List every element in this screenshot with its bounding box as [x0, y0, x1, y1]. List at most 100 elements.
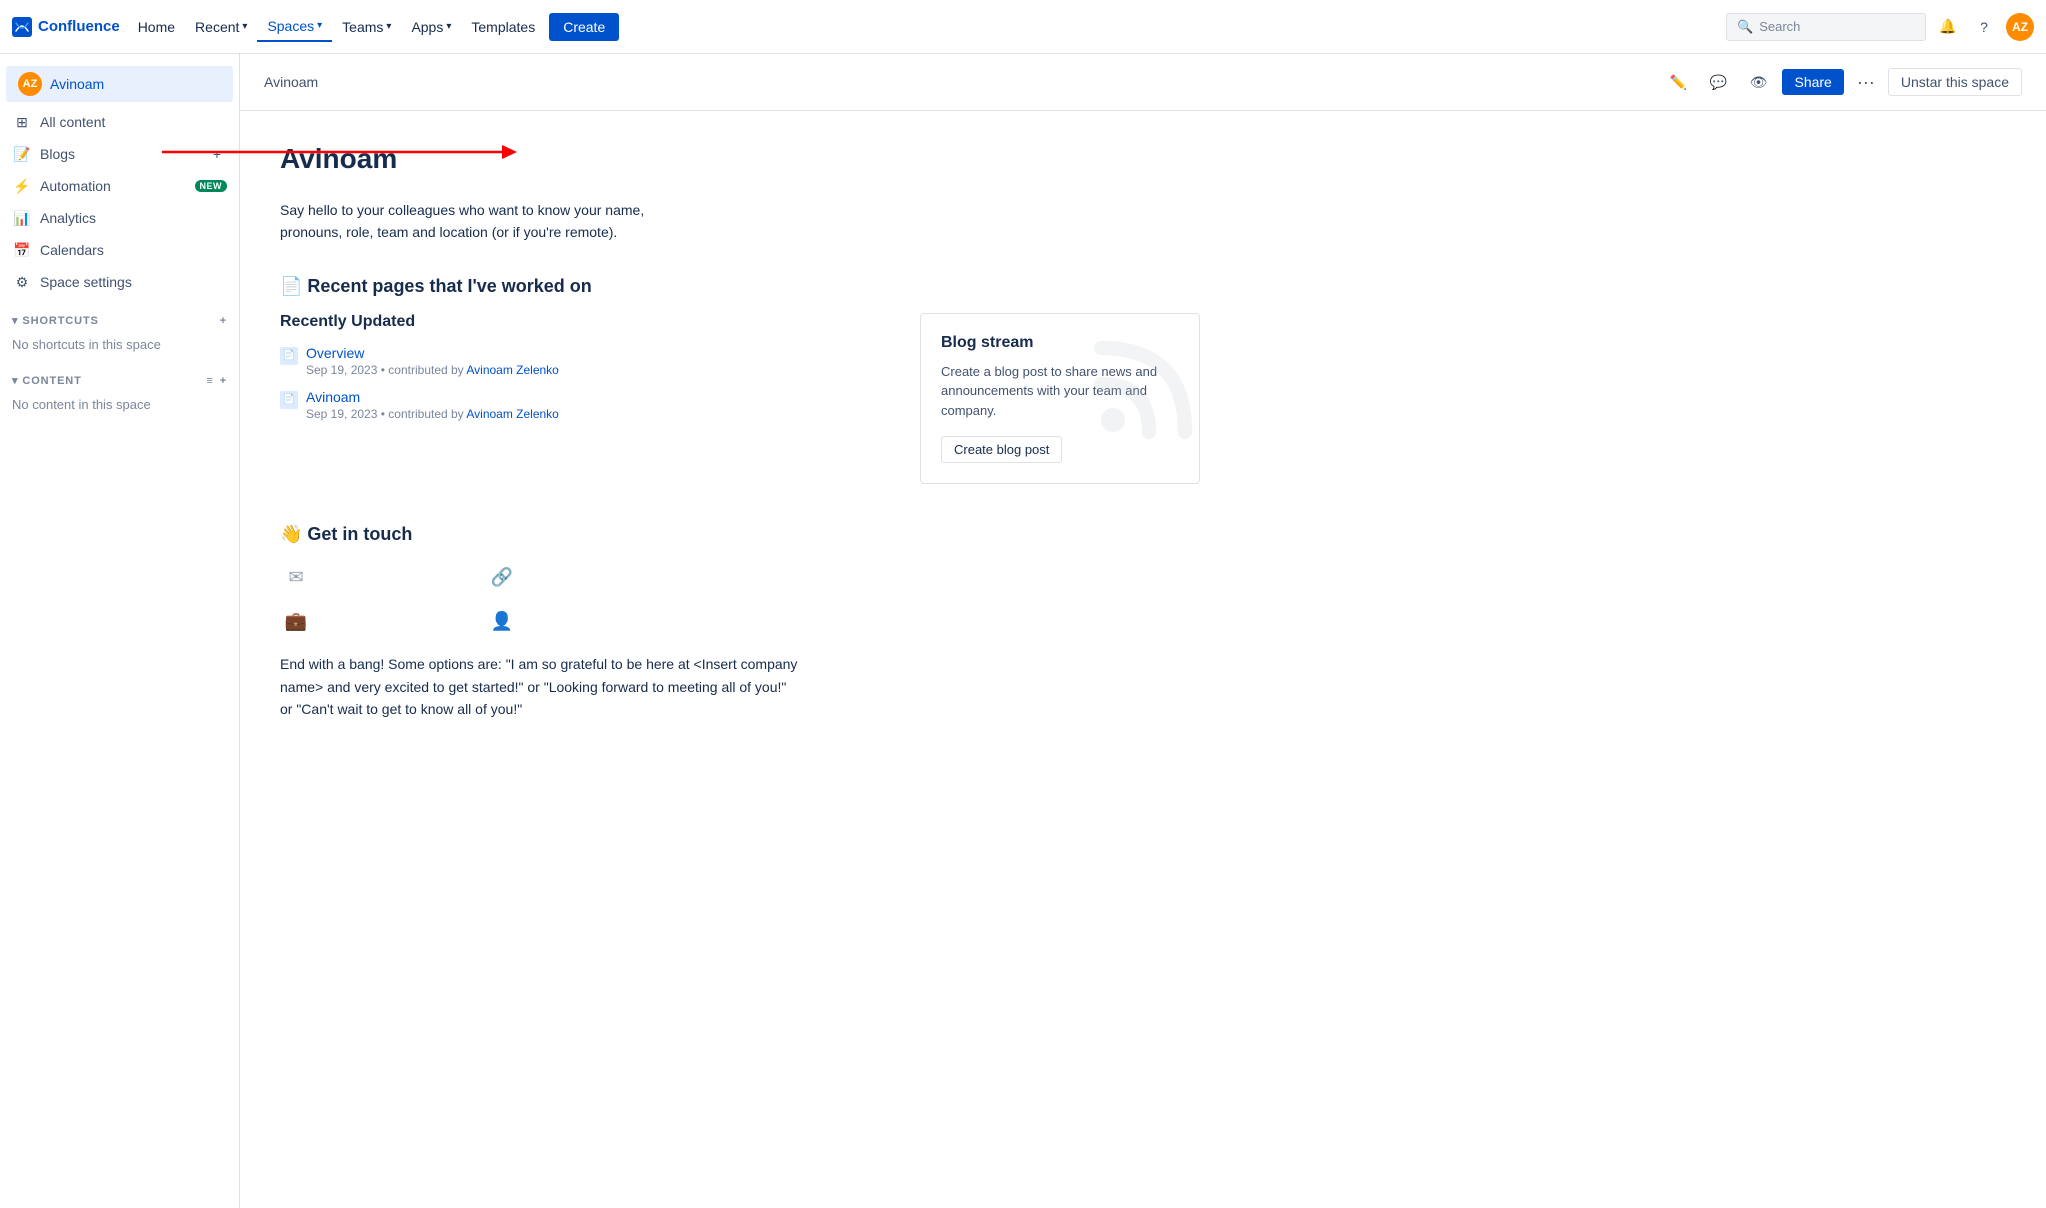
unstar-button[interactable]: Unstar this space — [1888, 68, 2022, 96]
sidebar-user-avatar: AZ — [18, 72, 42, 96]
page-title-link[interactable]: Overview — [306, 345, 364, 361]
search-box[interactable]: 🔍 Search — [1726, 13, 1926, 41]
page-icon: 📄 — [280, 391, 298, 409]
sidebar-item-calendars[interactable]: 📅 Calendars — [0, 234, 239, 266]
main-content: Avinoam ✏️ 💬 👁 Share ··· Unstar this spa… — [240, 54, 2046, 784]
page-meta: Sep 19, 2023 • contributed by Avinoam Ze… — [306, 407, 896, 421]
person-icon: 👤 — [491, 611, 513, 632]
help-button[interactable]: ? — [1970, 13, 1998, 41]
author-link[interactable]: Avinoam Zelenko — [466, 407, 559, 421]
logo[interactable]: Confluence — [12, 17, 120, 37]
page-title-link[interactable]: Avinoam — [306, 389, 360, 405]
email-icon: ✉ — [288, 567, 303, 588]
more-actions-button[interactable]: ··· — [1852, 67, 1880, 98]
avatar[interactable]: AZ — [2006, 13, 2034, 41]
recent-section-title: 📄 Recent pages that I've worked on — [280, 276, 1200, 297]
sidebar-item-automation[interactable]: ⚡ Automation NEW — [0, 170, 239, 202]
list-item: 📄 Avinoam Sep 19, 2023 • contributed by … — [280, 389, 896, 421]
person-icon-item: 👤 — [486, 605, 518, 637]
confluence-logo-icon — [12, 17, 32, 37]
breadcrumb: Avinoam — [264, 74, 318, 90]
shortcuts-section-header[interactable]: ▾ SHORTCUTS + — [12, 310, 227, 331]
chevron-down-icon: ▾ — [242, 21, 247, 32]
intro-text: Say hello to your colleagues who want to… — [280, 199, 660, 244]
contact-grid: ✉ 🔗 💼 👤 — [280, 561, 680, 637]
brand-label: Confluence — [38, 18, 120, 35]
link-icon: 🔗 — [491, 567, 513, 588]
search-placeholder: Search — [1759, 19, 1800, 34]
sidebar-item-label: All content — [40, 114, 227, 130]
bolt-icon: ⚡ — [12, 176, 32, 196]
get-in-touch-title: 👋 Get in touch — [280, 524, 1200, 545]
chevron-down-icon: ▾ — [317, 20, 322, 31]
blog-stream-column: Blog stream Create a blog post to share … — [920, 313, 1200, 485]
sidebar-item-label: Blogs — [40, 146, 199, 162]
share-button[interactable]: Share — [1782, 69, 1843, 95]
recently-updated-label: Recently Updated — [280, 313, 896, 331]
nav-apps[interactable]: Apps ▾ — [401, 13, 461, 41]
content-empty-message: No content in this space — [12, 391, 227, 418]
calendar-icon: 📅 — [12, 240, 32, 260]
nav-spaces[interactable]: Spaces ▾ — [257, 12, 332, 42]
breadcrumb-bar: Avinoam ✏️ 💬 👁 Share ··· Unstar this spa… — [240, 54, 2046, 111]
add-shortcut-button[interactable]: + — [220, 315, 227, 327]
content-area: Avinoam Say hello to your colleagues who… — [240, 111, 1240, 784]
chevron-down-icon: ▾ — [386, 21, 391, 32]
nav-templates[interactable]: Templates — [461, 13, 545, 41]
chart-icon: 📊 — [12, 208, 32, 228]
recently-updated-column: Recently Updated 📄 Overview Sep 19, 2023… — [280, 313, 896, 485]
chevron-down-icon: ▾ — [12, 314, 18, 327]
page-meta: Sep 19, 2023 • contributed by Avinoam Ze… — [306, 363, 896, 377]
blog-icon: 📝 — [12, 144, 32, 164]
rss-icon — [1089, 324, 1200, 444]
chevron-down-icon: ▾ — [12, 374, 18, 387]
content-section: ▾ CONTENT ≡ + No content in this space — [0, 370, 239, 418]
content-section-header[interactable]: ▾ CONTENT ≡ + — [12, 370, 227, 391]
search-icon: 🔍 — [1737, 19, 1753, 35]
list-item: 📄 Overview Sep 19, 2023 • contributed by… — [280, 345, 896, 377]
sidebar-item-blogs[interactable]: 📝 Blogs + — [0, 138, 239, 170]
gear-icon: ⚙ — [12, 272, 32, 292]
bag-icon-item: 💼 — [280, 605, 312, 637]
comment-button[interactable]: 💬 — [1702, 66, 1734, 98]
nav-home[interactable]: Home — [128, 13, 185, 41]
sidebar-item-label: Space settings — [40, 274, 227, 290]
top-navigation: Confluence Home Recent ▾ Spaces ▾ Teams … — [0, 0, 2046, 54]
link-icon-item: 🔗 — [486, 561, 518, 593]
sidebar-item-analytics[interactable]: 📊 Analytics — [0, 202, 239, 234]
two-col-layout: Recently Updated 📄 Overview Sep 19, 2023… — [280, 313, 1200, 485]
sidebar-item-label: Analytics — [40, 210, 227, 226]
sidebar-user-item[interactable]: AZ Avinoam — [6, 66, 233, 102]
edit-button[interactable]: ✏️ — [1662, 66, 1694, 98]
notifications-button[interactable]: 🔔 — [1934, 13, 1962, 41]
bag-icon: 💼 — [285, 611, 307, 632]
end-text: End with a bang! Some options are: "I am… — [280, 653, 800, 720]
main-layout: AZ Avinoam ⊞ All content 📝 Blogs + ⚡ Aut… — [0, 54, 2046, 784]
page-title: Avinoam — [280, 143, 1200, 175]
nav-recent[interactable]: Recent ▾ — [185, 13, 257, 41]
new-badge: NEW — [195, 180, 228, 192]
content-filter-icon[interactable]: ≡ — [206, 375, 213, 387]
sidebar-item-space-settings[interactable]: ⚙ Space settings — [0, 266, 239, 298]
sidebar: AZ Avinoam ⊞ All content 📝 Blogs + ⚡ Aut… — [0, 54, 240, 1208]
add-blog-button[interactable]: + — [207, 144, 227, 164]
sidebar-item-label: Calendars — [40, 242, 227, 258]
email-icon-item: ✉ — [280, 561, 312, 593]
shortcuts-empty-message: No shortcuts in this space — [12, 331, 227, 358]
nav-right: 🔍 Search 🔔 ? AZ — [1726, 13, 2034, 41]
sidebar-item-all-content[interactable]: ⊞ All content — [0, 106, 239, 138]
author-link[interactable]: Avinoam Zelenko — [466, 363, 559, 377]
create-button[interactable]: Create — [549, 13, 619, 41]
grid-icon: ⊞ — [12, 112, 32, 132]
watch-button[interactable]: 👁 — [1742, 66, 1774, 98]
page-icon: 📄 — [280, 347, 298, 365]
sidebar-user-name: Avinoam — [50, 76, 104, 92]
nav-links: Home Recent ▾ Spaces ▾ Teams ▾ Apps ▾ Te… — [128, 12, 620, 42]
breadcrumb-actions: ✏️ 💬 👁 Share ··· Unstar this space — [1662, 66, 2022, 98]
chevron-down-icon: ▾ — [446, 21, 451, 32]
get-in-touch-section: 👋 Get in touch ✉ 🔗 💼 👤 End with a — [280, 524, 1200, 720]
nav-teams[interactable]: Teams ▾ — [332, 13, 401, 41]
blog-stream-card: Blog stream Create a blog post to share … — [920, 313, 1200, 485]
add-content-button[interactable]: + — [220, 375, 227, 387]
create-blog-button[interactable]: Create blog post — [941, 436, 1062, 463]
